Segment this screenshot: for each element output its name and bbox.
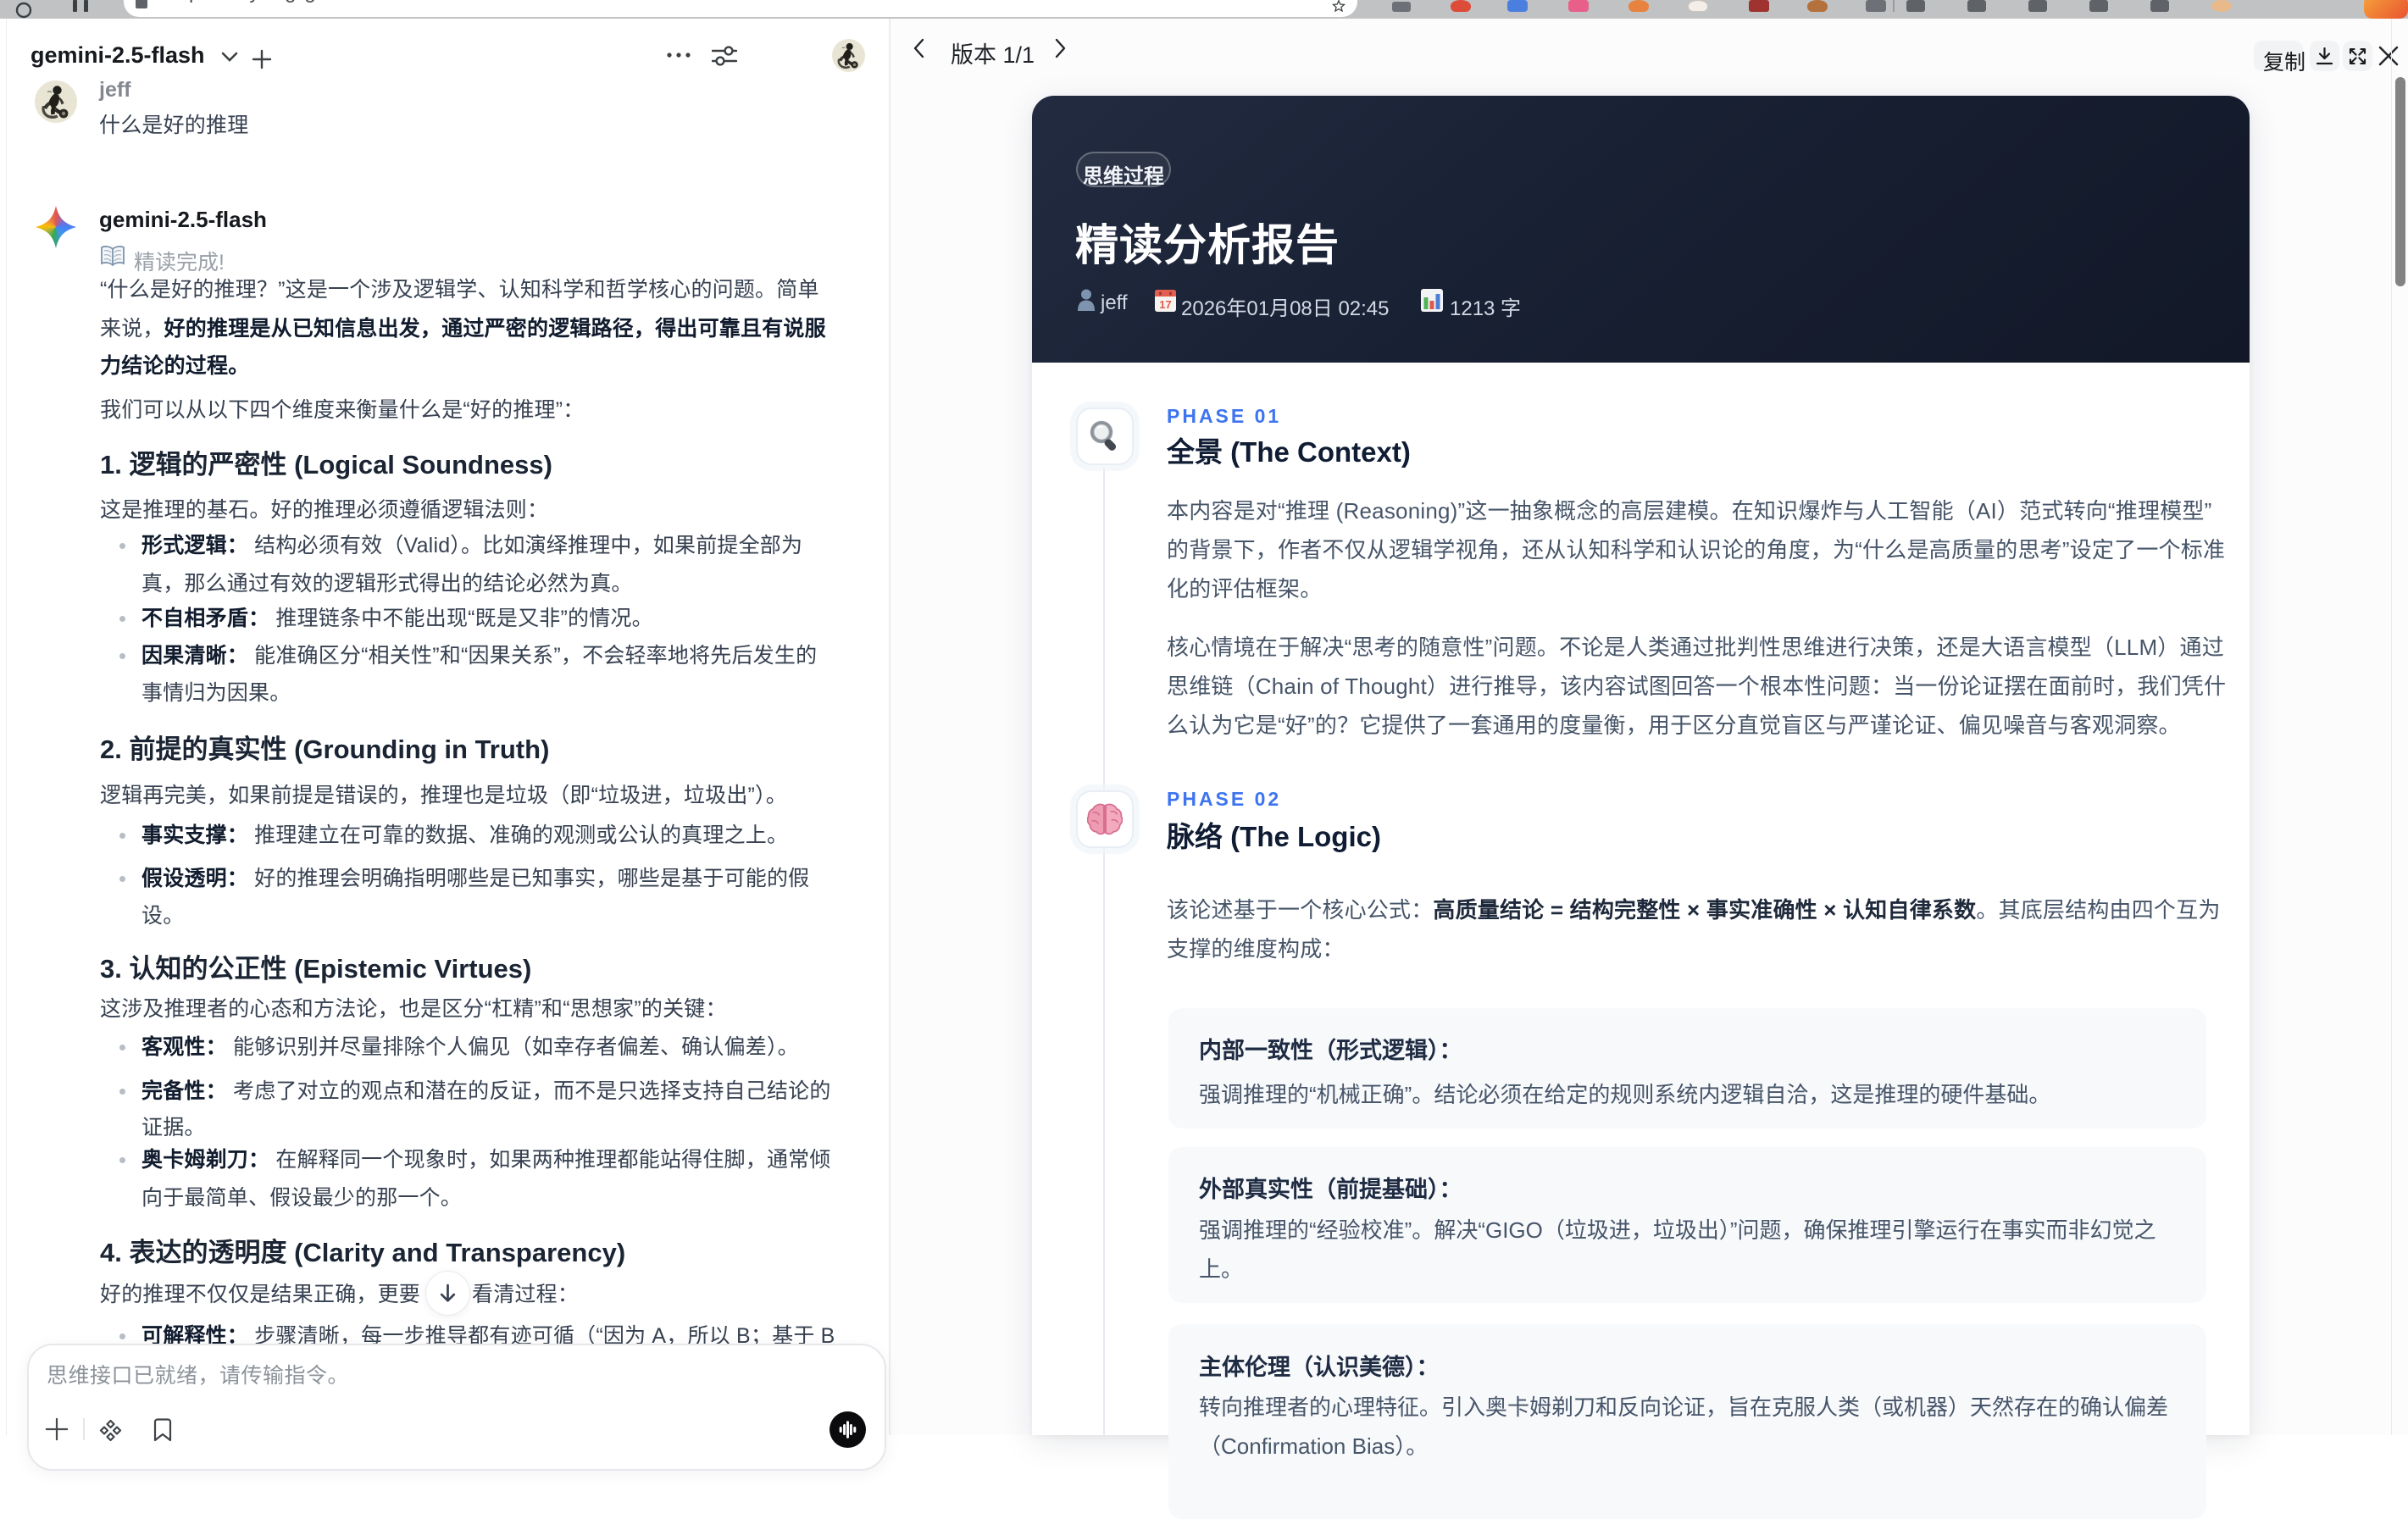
svg-text:17: 17 [1159,298,1171,311]
